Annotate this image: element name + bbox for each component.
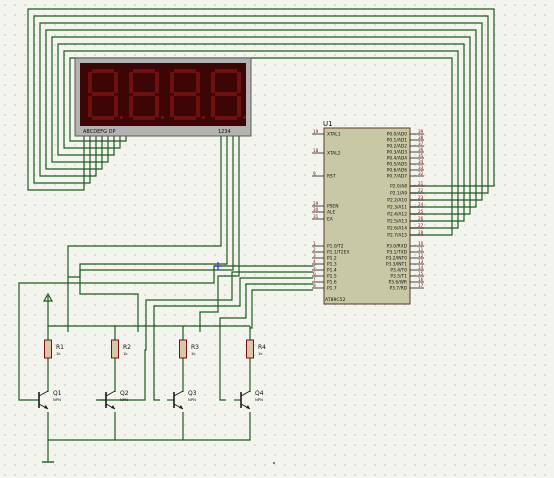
mcu-pin-number: 22	[418, 188, 424, 193]
mcu-pin-number: 25	[418, 209, 424, 214]
mcu-pin-name: P1.4	[327, 268, 337, 274]
mcu-pin-name: P1.5	[327, 274, 337, 280]
mcu-u1[interactable]: U1 19 XTAL1 18 XTAL2 9 RST 29 PSEN 30 ALE 31 EA 1 P1.…	[312, 120, 424, 305]
mcu-pin-name: P2.5/A13	[387, 219, 407, 225]
mcu-pin-name: ALE	[327, 210, 335, 216]
mcu-pin-name: P0.0/AD0	[387, 132, 407, 138]
mcu-pin-name: P1.0/T2	[327, 244, 344, 250]
transistor-ref: Q1	[53, 390, 62, 397]
mcu-pin-name: P0.6/AD6	[387, 168, 407, 174]
mcu-pin-name: P3.5/T1	[390, 274, 407, 280]
mcu-pin-name: RST	[327, 174, 336, 180]
mcu-pin-number: 2	[313, 247, 316, 252]
resistor-ref: R4	[258, 344, 266, 351]
mcu-pin-number: 13	[418, 259, 424, 264]
mcu-pin-number: 14	[418, 265, 424, 270]
resistor-value: 1k	[191, 351, 196, 356]
mcu-pin-number: 8	[313, 283, 316, 288]
mcu-pin-number: 34	[418, 159, 424, 164]
mcu-pin-number: 30	[313, 207, 319, 212]
mcu-pin-name: XTAL1	[327, 132, 341, 138]
mcu-pin-name: XTAL2	[327, 151, 341, 157]
mcu-pin-name: P2.4/A12	[387, 212, 407, 218]
mcu-pin-number: 33	[418, 165, 424, 170]
schematic-canvas[interactable]: ABCDEFG DP 1234 U1 19 XTAL1 18 XTAL2 9 RST 29 P…	[0, 0, 554, 478]
transistor-ref: Q4	[255, 390, 264, 397]
mcu-pin-name: P2.3/A11	[387, 205, 407, 211]
mcu-pin-name: P3.3/INT1	[386, 262, 407, 268]
mcu-pin-number: 36	[418, 147, 424, 152]
mcu-pin-number: 12	[418, 253, 424, 258]
transistor-type: NPN	[53, 397, 61, 402]
mcu-pin-name: P2.7/A15	[387, 233, 407, 239]
mcu-pin-name: P0.5/AD5	[387, 162, 407, 168]
mcu-pin-name: P3.7/RD	[389, 286, 407, 292]
mcu-pin-name: P1.7	[327, 286, 337, 292]
mcu-pin-number: 3	[313, 253, 316, 258]
mcu-pin-name: P3.2/INT0	[386, 256, 407, 262]
mcu-pin-number: 37	[418, 141, 424, 146]
mcu-pin-number: 18	[313, 148, 319, 153]
mcu-pin-number: 17	[418, 283, 424, 288]
mcu-pin-name: P0.3/AD3	[387, 150, 407, 156]
mcu-pin-number: 29	[313, 201, 319, 206]
mcu-pin-name: P2.2/A10	[387, 198, 407, 204]
mcu-pin-name: EA	[327, 217, 333, 223]
transistor-type: NPN	[188, 397, 196, 402]
transistor-ref: Q2	[120, 390, 129, 397]
seven-segment-display[interactable]: ABCDEFG DP 1234	[74, 57, 252, 137]
mcu-pin-name: P1.2	[327, 256, 337, 262]
mcu-pin-name: P1.1/T2EX	[327, 250, 349, 256]
mcu-pin-number: 35	[418, 153, 424, 158]
mcu-pin-number: 28	[418, 230, 424, 235]
mcu-ref-label: U1	[323, 120, 333, 128]
mcu-pin-name: P2.0/A8	[390, 184, 407, 190]
mcu-pin-number: 27	[418, 223, 424, 228]
mcu-pin-number: 11	[418, 247, 424, 252]
display-digit-label: 1234	[218, 129, 231, 135]
mcu-pin-name: P1.6	[327, 280, 337, 286]
mcu-pin-number: 9	[313, 171, 316, 176]
mcu-pin-name: P3.1/TXD	[387, 250, 408, 256]
display-segment-label: ABCDEFG DP	[83, 129, 115, 135]
mcu-pin-number: 10	[418, 241, 424, 246]
mcu-pin-name: PSEN	[327, 204, 339, 210]
transistor-type: NPN	[120, 397, 128, 402]
resistor-value: 1k	[123, 351, 128, 356]
mcu-pin-name: P3.0/RXD	[386, 244, 407, 250]
mcu-pin-name: P2.1/A9	[390, 191, 407, 197]
mcu-pin-number: 7	[313, 277, 316, 282]
mcu-pin-number: 31	[313, 214, 319, 219]
mcu-pin-name: P1.3	[327, 262, 337, 268]
mcu-pin-number: 32	[418, 171, 424, 176]
mcu-pin-number: 23	[418, 195, 424, 200]
mcu-pin-number: 15	[418, 271, 424, 276]
mcu-pin-name: P0.7/AD7	[387, 174, 407, 180]
mcu-pin-name: P0.2/AD2	[387, 144, 407, 150]
mcu-pin-number: 6	[313, 271, 316, 276]
mcu-pin-number: 39	[418, 129, 424, 134]
mcu-pin-number: 5	[313, 265, 316, 270]
mcu-pin-name: P2.6/A14	[387, 226, 407, 232]
transistor-type: NPN	[255, 397, 263, 402]
mcu-pin-number: 4	[313, 259, 316, 264]
resistor-value: 1k	[56, 351, 61, 356]
mcu-pin-name: P3.4/T0	[390, 268, 407, 274]
mcu-pin-name: P0.1/AD1	[387, 138, 407, 144]
mcu-pin-number: 1	[313, 241, 316, 246]
mcu-pin-number: 21	[418, 181, 424, 186]
mcu-pin-number: 26	[418, 216, 424, 221]
transistor-ref: Q3	[188, 390, 197, 397]
mcu-pin-number: 16	[418, 277, 424, 282]
resistor-ref: R2	[123, 344, 131, 351]
mcu-pin-number: 38	[418, 135, 424, 140]
mcu-pin-number: 24	[418, 202, 424, 207]
mcu-part-label: AT89C52	[325, 297, 346, 303]
mcu-pin-name: P0.4/AD4	[387, 156, 407, 162]
mcu-pin-number: 19	[313, 129, 319, 134]
resistor-ref: R3	[191, 344, 199, 351]
resistor-ref: R1	[56, 344, 64, 351]
mcu-pin-name: P3.6/WR	[388, 280, 407, 286]
resistor-value: 1k	[258, 351, 263, 356]
